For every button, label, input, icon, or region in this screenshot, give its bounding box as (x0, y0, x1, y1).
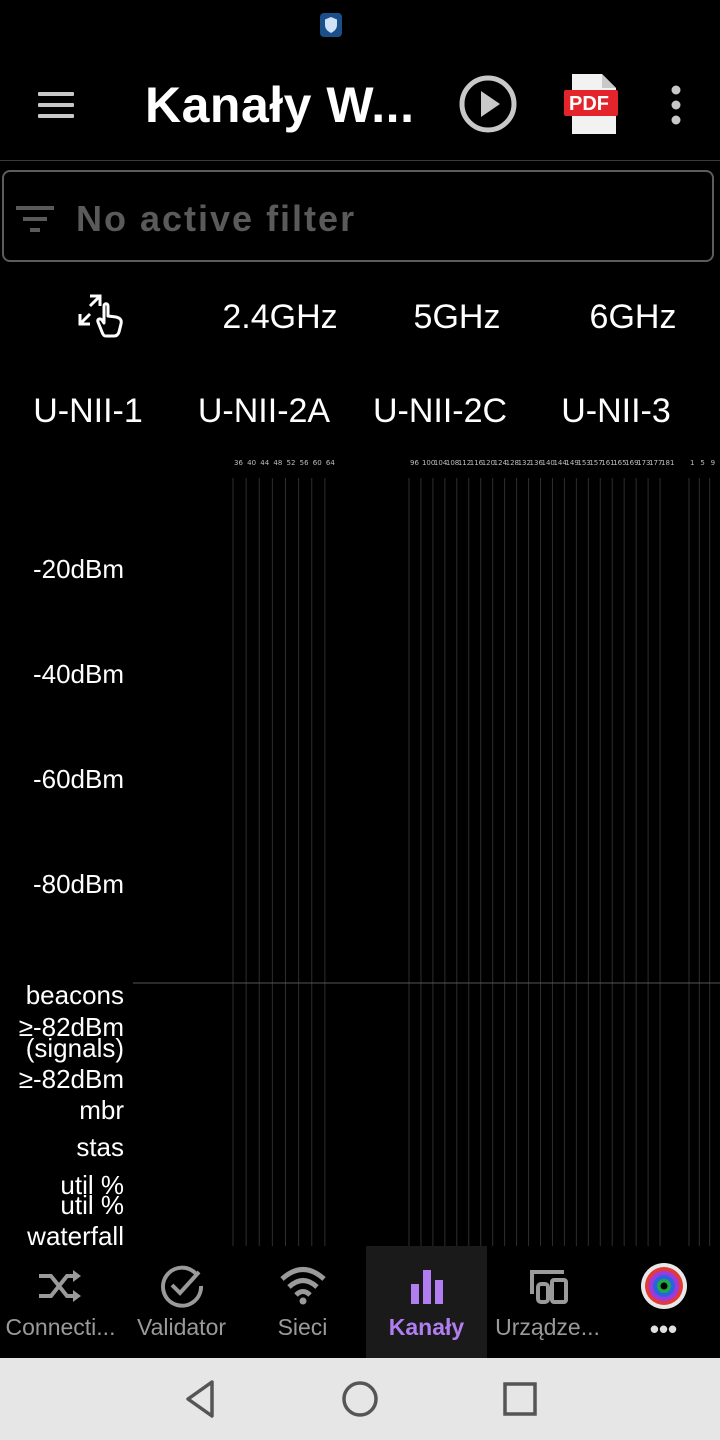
nav-label: Urządze... (495, 1314, 600, 1340)
pdf-export-button[interactable]: PDF (562, 72, 624, 136)
nav-label: Sieci (277, 1314, 328, 1340)
bottom-navigation: Connecti... Validator Sieci Kanały Urząd… (0, 1246, 720, 1358)
metric-label-util: util % (60, 1190, 124, 1220)
metric-label-threshold: ≥-82dBm (18, 1064, 124, 1094)
wifi-icon (279, 1267, 326, 1305)
unii-2a-label[interactable]: U-NII-2A (190, 388, 338, 434)
filter-input[interactable]: No active filter (2, 170, 714, 262)
check-circle-icon (160, 1265, 203, 1308)
channel-tick-label: 60 (313, 459, 322, 467)
nav-devices[interactable]: Urządze... (487, 1246, 608, 1358)
channel-tick-label: 44 (260, 459, 269, 467)
menu-button[interactable] (28, 80, 84, 130)
system-navigation-bar (0, 1358, 720, 1440)
pdf-label: PDF (569, 93, 609, 115)
channel-tick-label: 52 (287, 459, 296, 467)
home-icon[interactable] (337, 1376, 383, 1422)
metric-label-beacons: beacons (25, 980, 124, 1010)
channel-tick-label: 1 (690, 459, 694, 467)
play-button[interactable] (458, 74, 518, 134)
band-6ghz[interactable]: 6GHz (570, 293, 696, 341)
nav-channels[interactable]: Kanały (366, 1246, 487, 1358)
y-tick-label: -40dBm (32, 659, 124, 689)
nav-label: ••• (649, 1314, 678, 1344)
nav-connections[interactable]: Connecti... (0, 1246, 121, 1358)
bar-chart-icon (410, 1270, 443, 1304)
channel-tick-label: 36 (234, 459, 243, 467)
channel-tick-label: 9 (711, 459, 715, 467)
page-title: Kanały W... (145, 77, 415, 133)
vpn-shield-icon (320, 13, 342, 37)
back-icon[interactable] (178, 1376, 224, 1422)
devices-icon (529, 1270, 568, 1304)
app-bar: Kanały W... PDF (0, 50, 720, 161)
channel-tick-label: 181 (661, 459, 674, 467)
unii-2c-label[interactable]: U-NII-2C (364, 388, 516, 434)
shuffle-icon (38, 1270, 81, 1302)
channel-tick-label: 64 (326, 459, 335, 467)
more-apps-icon (640, 1263, 687, 1309)
y-tick-label: -80dBm (32, 869, 124, 899)
metric-label-stas: stas (76, 1132, 124, 1162)
filter-icon (16, 206, 54, 232)
unii-1-label[interactable]: U-NII-1 (20, 388, 156, 434)
more-vert-icon[interactable] (660, 80, 692, 130)
y-tick-label: -60dBm (32, 764, 124, 794)
touch-zoom-icon[interactable] (76, 292, 128, 338)
nav-more-apps[interactable]: ••• (603, 1246, 720, 1358)
recents-icon[interactable] (497, 1376, 543, 1422)
channel-tick-label: 5 (700, 459, 704, 467)
metric-label-signals: (signals) (25, 1033, 124, 1063)
metric-label-mbr: mbr (79, 1095, 124, 1125)
channel-tick-label: 40 (247, 459, 256, 467)
channel-tick-label: 48 (273, 459, 282, 467)
channel-tick-label: 96 (410, 459, 419, 467)
band-5ghz[interactable]: 5GHz (387, 293, 527, 341)
nav-label: Kanały (388, 1314, 465, 1340)
filter-placeholder: No active filter (76, 198, 357, 239)
nav-networks[interactable]: Sieci (242, 1246, 363, 1358)
unii-3-label[interactable]: U-NII-3 (550, 388, 682, 434)
nav-validator[interactable]: Validator (121, 1246, 242, 1358)
status-bar (0, 0, 720, 50)
nav-label: Validator (136, 1314, 227, 1340)
band-2-4ghz[interactable]: 2.4GHz (200, 293, 360, 341)
y-tick-label: -20dBm (32, 554, 124, 584)
nav-label: Connecti... (5, 1314, 116, 1340)
channel-tick-label: 56 (300, 459, 309, 467)
